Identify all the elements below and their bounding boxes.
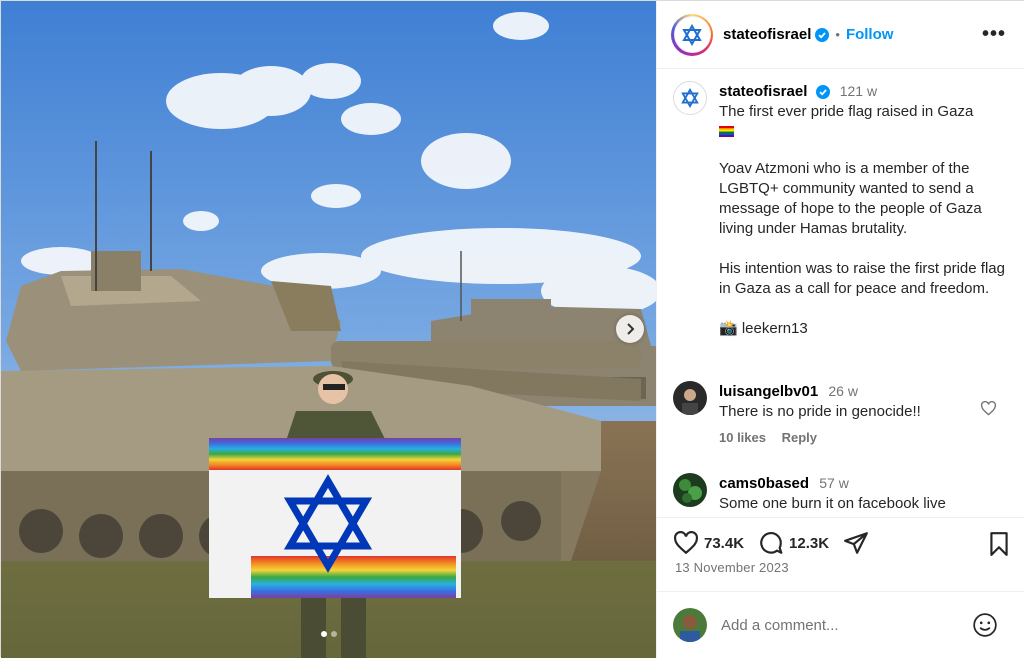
like-comment-heart-icon[interactable] bbox=[980, 400, 997, 419]
current-user-avatar bbox=[673, 608, 707, 642]
comment-bubble-icon bbox=[760, 532, 783, 554]
pride-flag-in-photo bbox=[209, 438, 461, 598]
verified-badge-icon bbox=[815, 85, 830, 100]
emoji-picker-icon[interactable] bbox=[972, 612, 998, 641]
comments-count[interactable]: 12.3K bbox=[789, 535, 829, 552]
post-header: stateofisrael • Follow ••• bbox=[657, 1, 1024, 69]
add-comment-bar bbox=[657, 591, 1024, 658]
comment-author[interactable]: cams0based bbox=[719, 475, 809, 492]
comment-text: Some one burn it on facebook live bbox=[719, 495, 946, 512]
post-date[interactable]: 13 November 2023 bbox=[675, 560, 789, 575]
caption-time[interactable]: 121 w bbox=[840, 83, 877, 99]
more-options-icon[interactable]: ••• bbox=[982, 23, 1006, 46]
photo-credit[interactable]: 📸 leekern13 bbox=[719, 319, 1009, 339]
follow-button[interactable]: Follow bbox=[846, 26, 894, 43]
commenter-avatar[interactable] bbox=[673, 381, 707, 415]
likes-count[interactable]: 73.4K bbox=[704, 535, 744, 552]
comment-button[interactable]: 12.3K bbox=[758, 530, 829, 556]
carousel-next-button[interactable] bbox=[616, 315, 644, 343]
like-button[interactable]: 73.4K bbox=[673, 531, 744, 555]
post-photo bbox=[1, 1, 656, 658]
commenter-avatar[interactable] bbox=[673, 473, 707, 507]
comment-item: cams0based 57 w Some one burn it on face… bbox=[673, 473, 1013, 514]
comment-text: There is no pride in genocide!! bbox=[719, 403, 921, 420]
carousel-dot-1 bbox=[320, 631, 327, 637]
post-media[interactable] bbox=[1, 1, 656, 658]
heart-icon bbox=[674, 531, 698, 555]
share-paper-plane-icon bbox=[844, 532, 868, 554]
share-button[interactable] bbox=[843, 530, 869, 556]
comment-time[interactable]: 57 w bbox=[819, 475, 849, 491]
post-dialog: stateofisrael • Follow ••• stateofisrael bbox=[0, 0, 1024, 658]
carousel-indicator bbox=[1, 631, 656, 637]
caption-paragraph-2: Yoav Atzmoni who is a member of the LGBT… bbox=[719, 160, 982, 237]
caption-paragraph-3: His intention was to raise the first pri… bbox=[719, 260, 1005, 297]
post-caption: stateofisrael 121 w The first ever pride… bbox=[673, 81, 1013, 339]
comment-time[interactable]: 26 w bbox=[828, 383, 858, 399]
author-username[interactable]: stateofisrael bbox=[723, 26, 811, 43]
comment-reply-button[interactable]: Reply bbox=[782, 430, 817, 445]
verified-badge-icon bbox=[815, 27, 830, 42]
caption-author[interactable]: stateofisrael bbox=[719, 83, 807, 100]
star-of-david-icon bbox=[681, 88, 699, 108]
carousel-dot-2 bbox=[330, 631, 337, 637]
star-of-david-icon bbox=[682, 23, 702, 46]
chevron-right-icon bbox=[627, 323, 635, 335]
caption-line-1: The first ever pride flag raised in Gaza bbox=[719, 103, 974, 120]
post-side-panel: stateofisrael • Follow ••• stateofisrael bbox=[656, 1, 1024, 658]
comment-item: luisangelbv01 26 w There is no pride in … bbox=[673, 381, 1013, 445]
comment-author[interactable]: luisangelbv01 bbox=[719, 383, 818, 400]
add-comment-input[interactable] bbox=[721, 616, 961, 634]
comment-likes[interactable]: 10 likes bbox=[719, 430, 766, 445]
bookmark-icon[interactable] bbox=[988, 531, 1010, 560]
separator-dot: • bbox=[835, 27, 840, 42]
pride-flag-emoji-icon bbox=[719, 126, 734, 137]
caption-avatar[interactable] bbox=[673, 81, 707, 115]
comments-section[interactable]: stateofisrael 121 w The first ever pride… bbox=[657, 69, 1024, 517]
author-avatar[interactable] bbox=[671, 13, 713, 56]
